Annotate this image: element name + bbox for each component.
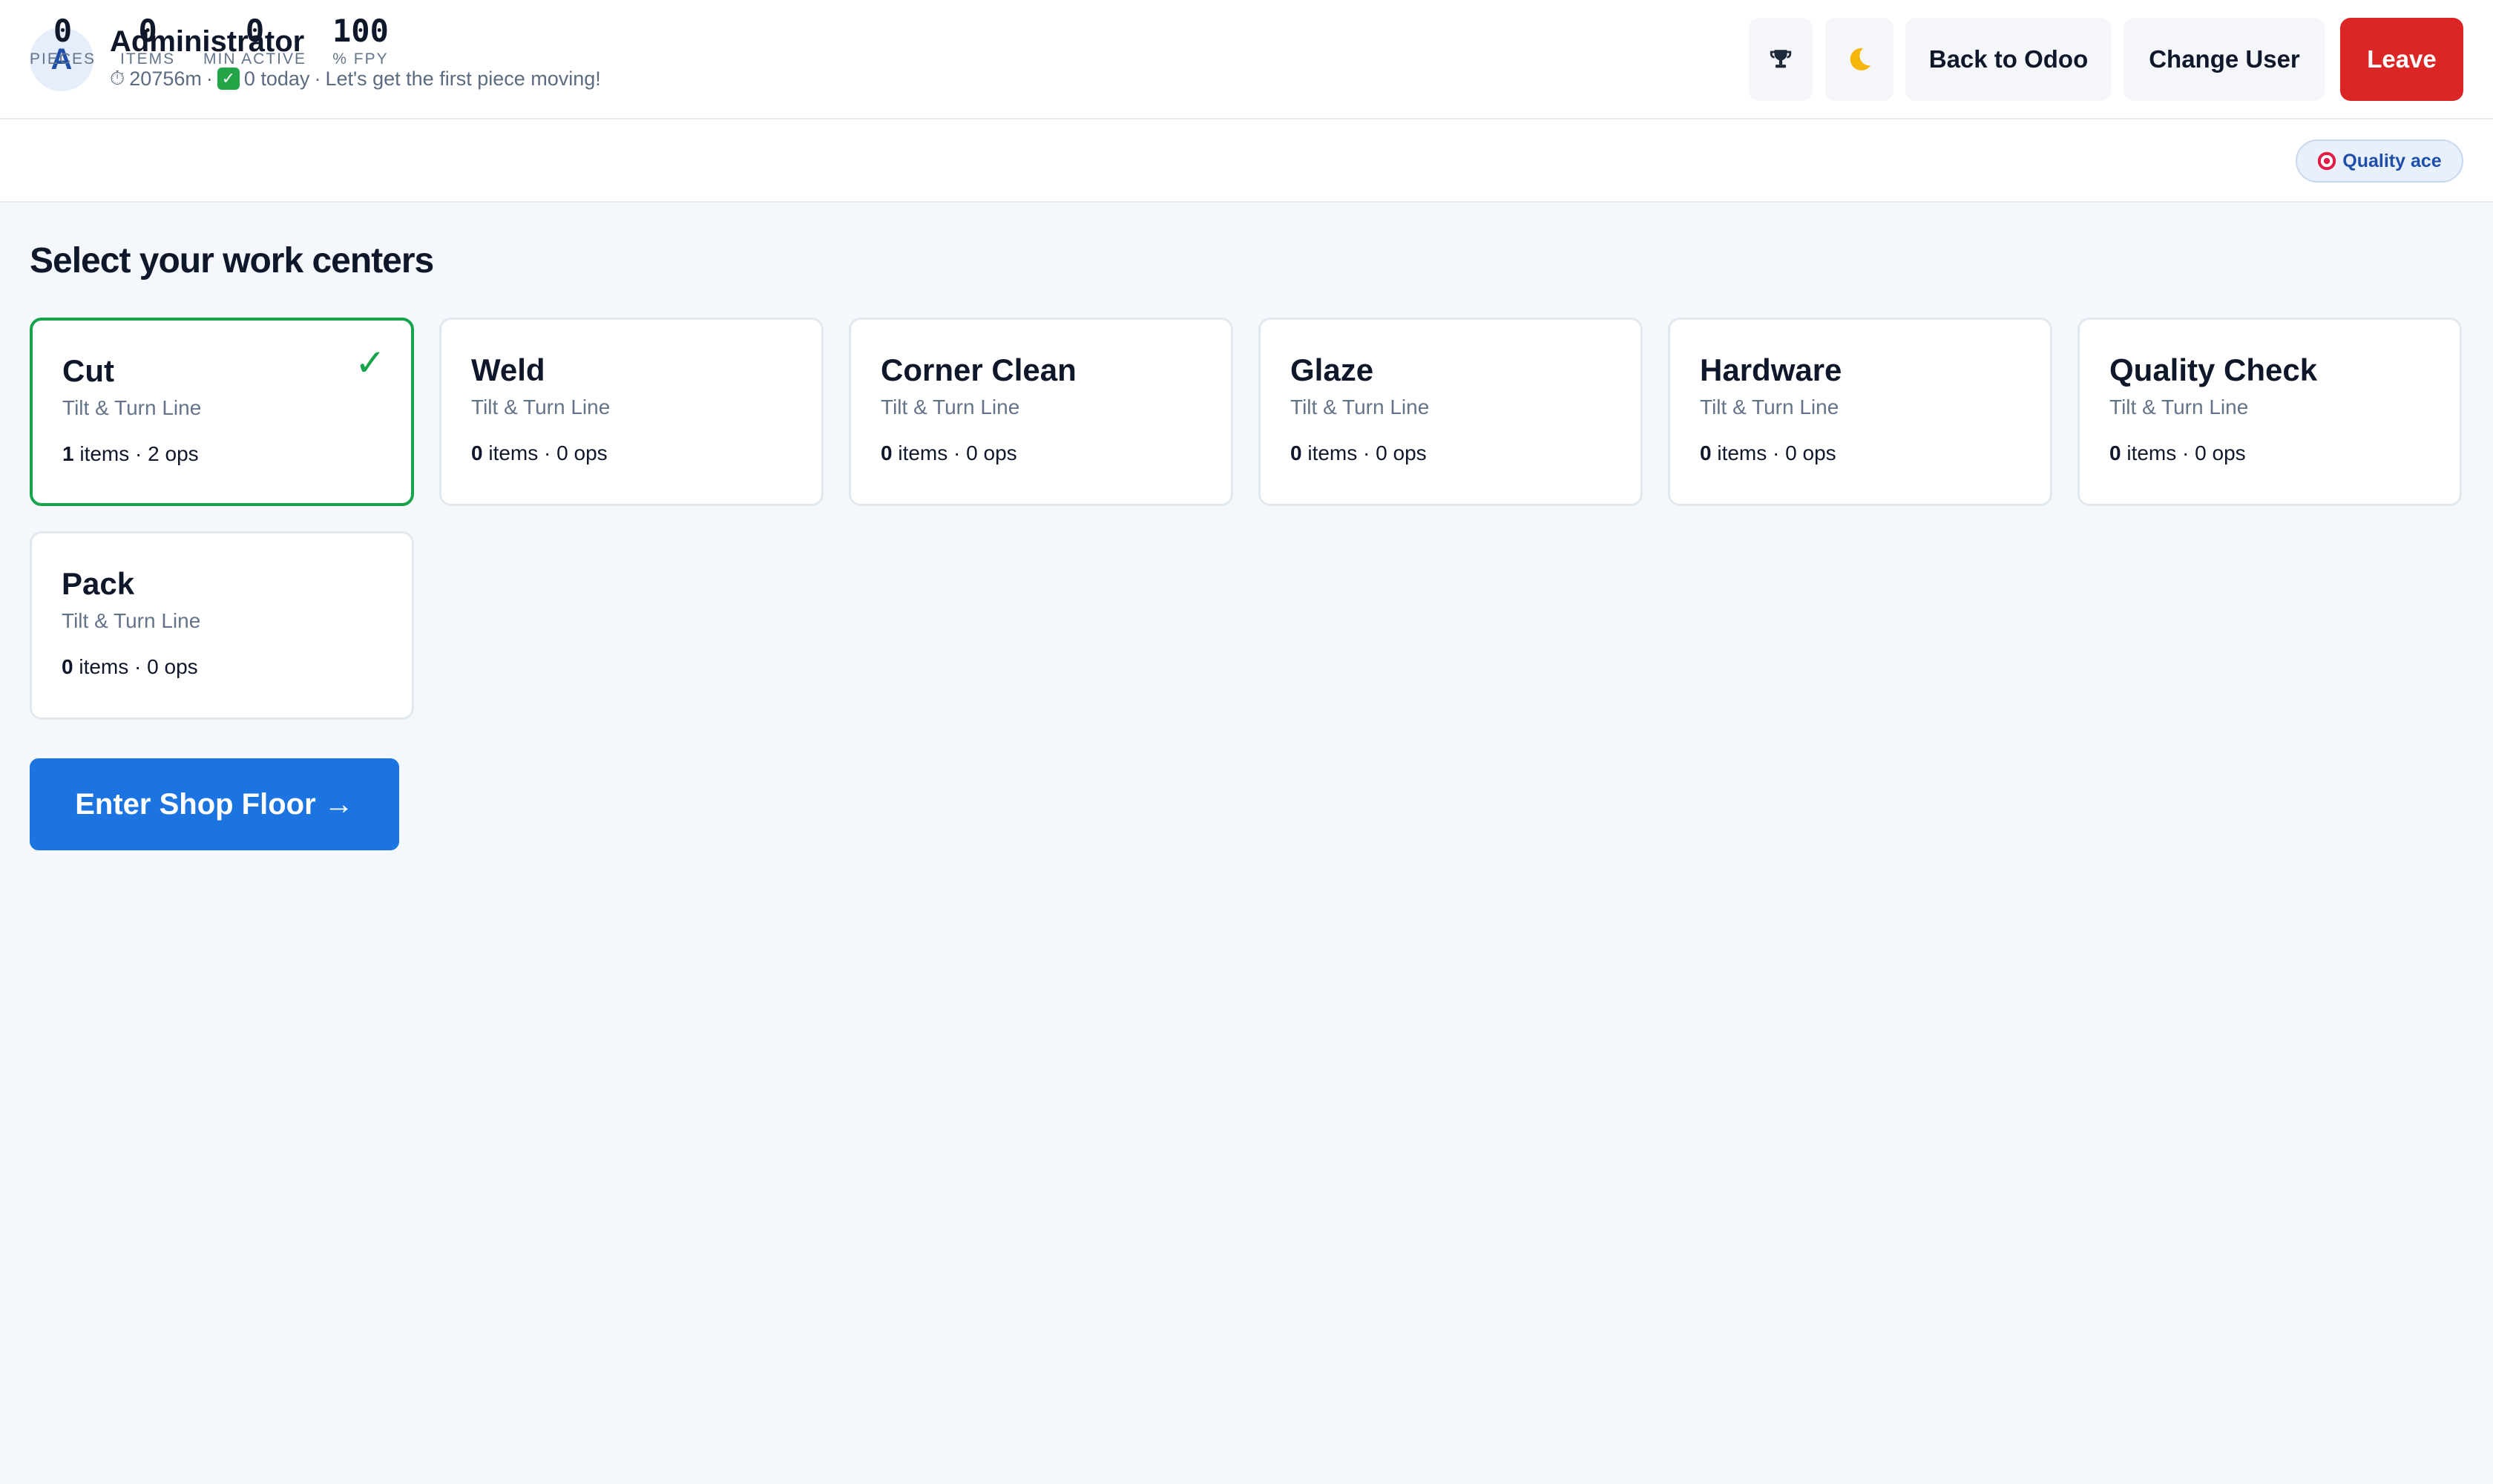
achievement-badge: Quality ace xyxy=(2296,139,2463,183)
item-count: 0 xyxy=(1290,441,1302,464)
work-center-name: Glaze xyxy=(1290,352,1374,387)
session-timer: 20756m xyxy=(129,67,202,90)
item-count: 0 xyxy=(2109,441,2121,464)
work-center-line: Tilt & Turn Line xyxy=(1700,395,1839,418)
ops-count: 0 ops xyxy=(556,441,608,464)
change-user-button[interactable]: Change User xyxy=(2124,18,2325,101)
work-center-line: Tilt & Turn Line xyxy=(1290,395,1430,418)
work-center-name: Quality Check xyxy=(2109,352,2318,387)
selected-check-icon: ✓ xyxy=(355,342,386,384)
work-center-line: Tilt & Turn Line xyxy=(2109,395,2249,418)
motivation-message: Let's get the first piece moving! xyxy=(325,67,601,90)
stat-value: 0 xyxy=(53,13,73,49)
work-center-name: Cut xyxy=(62,353,114,388)
separator: · xyxy=(135,442,142,465)
items-label: items xyxy=(488,441,539,464)
stat-label: MIN ACTIVE xyxy=(203,50,307,68)
item-count: 0 xyxy=(1700,441,1712,464)
leave-button[interactable]: Leave xyxy=(2340,18,2463,101)
stat-label: PIECES xyxy=(30,50,96,68)
theme-toggle-button[interactable] xyxy=(1825,18,1893,101)
check-box-icon: ✓ xyxy=(217,68,240,90)
items-label: items xyxy=(79,655,129,678)
stat-value: 100 xyxy=(332,13,389,49)
items-label: items xyxy=(1307,441,1358,464)
stat-pieces: 0 PIECES xyxy=(30,15,96,68)
stat-fpy: 100 % FPY xyxy=(332,15,389,68)
work-center-card-hardware[interactable]: Hardware Tilt & Turn Line 0 items · 0 op… xyxy=(1668,318,2052,506)
moon-icon xyxy=(1850,47,1870,70)
stats-bar xyxy=(0,119,2493,203)
ops-count: 0 ops xyxy=(2195,441,2246,464)
stat-value: 0 xyxy=(138,13,157,49)
stat-items: 0 ITEMS xyxy=(120,15,175,68)
item-count: 0 xyxy=(471,441,483,464)
leaderboard-button[interactable] xyxy=(1749,18,1813,101)
work-center-counts: 0 items · 0 ops xyxy=(881,441,1201,465)
work-center-name: Weld xyxy=(471,352,545,387)
work-center-card-pack[interactable]: Pack Tilt & Turn Line 0 items · 0 ops xyxy=(30,531,414,720)
items-label: items xyxy=(79,442,130,465)
work-center-card-glaze[interactable]: Glaze Tilt & Turn Line 0 items · 0 ops xyxy=(1258,318,1643,506)
ops-count: 0 ops xyxy=(1376,441,1427,464)
separator: · xyxy=(2182,441,2190,464)
separator: · xyxy=(544,441,551,464)
separator: · xyxy=(1363,441,1370,464)
items-label: items xyxy=(2126,441,2177,464)
work-center-counts: 0 items · 0 ops xyxy=(1290,441,1611,465)
work-center-counts: 0 items · 0 ops xyxy=(1700,441,2020,465)
stat-label: ITEMS xyxy=(120,50,176,68)
work-center-name: Corner Clean xyxy=(881,352,1077,387)
work-center-counts: 1 items · 2 ops xyxy=(62,442,381,466)
ops-count: 0 ops xyxy=(147,655,198,678)
enter-shop-floor-button[interactable]: Enter Shop Floor → xyxy=(30,758,399,850)
work-center-card-cut[interactable]: Cut Tilt & Turn Line 1 items · 2 ops ✓ xyxy=(30,318,414,506)
ops-count: 0 ops xyxy=(966,441,1017,464)
items-label: items xyxy=(1717,441,1767,464)
work-center-line: Tilt & Turn Line xyxy=(62,396,202,419)
work-center-counts: 0 items · 0 ops xyxy=(62,655,382,679)
work-center-name: Hardware xyxy=(1700,352,1842,387)
work-center-line: Tilt & Turn Line xyxy=(881,395,1020,418)
stat-value: 0 xyxy=(245,13,265,49)
work-center-line: Tilt & Turn Line xyxy=(471,395,611,418)
user-status-line: ⏱ 20756m · ✓ 0 today · Let's get the fir… xyxy=(110,67,601,91)
work-center-name: Pack xyxy=(62,566,135,601)
badge-label: Quality ace xyxy=(2342,150,2442,171)
stat-label: % FPY xyxy=(332,50,389,68)
work-center-card-corner-clean[interactable]: Corner Clean Tilt & Turn Line 0 items · … xyxy=(849,318,1233,506)
work-center-card-quality-check[interactable]: Quality Check Tilt & Turn Line 0 items ·… xyxy=(2078,318,2462,506)
target-icon xyxy=(2317,151,2337,171)
work-center-card-weld[interactable]: Weld Tilt & Turn Line 0 items · 0 ops xyxy=(439,318,824,506)
item-count: 1 xyxy=(62,442,74,465)
today-count: 0 today xyxy=(243,67,310,90)
work-center-counts: 0 items · 0 ops xyxy=(2109,441,2430,465)
ops-count: 2 ops xyxy=(148,442,199,465)
item-count: 0 xyxy=(62,655,73,678)
stat-min-active: 0 MIN ACTIVE xyxy=(203,15,306,68)
work-center-grid: Cut Tilt & Turn Line 1 items · 2 ops ✓ W… xyxy=(30,318,2463,720)
separator: · xyxy=(206,67,213,90)
work-center-line: Tilt & Turn Line xyxy=(62,609,201,632)
items-label: items xyxy=(898,441,948,464)
ops-count: 0 ops xyxy=(1785,441,1836,464)
work-center-counts: 0 items · 0 ops xyxy=(471,441,792,465)
stopwatch-icon: ⏱ xyxy=(110,67,125,89)
separator: · xyxy=(953,441,961,464)
separator: · xyxy=(1773,441,1780,464)
back-to-odoo-button[interactable]: Back to Odoo xyxy=(1905,18,2112,101)
separator: · xyxy=(134,655,142,678)
trophy-icon xyxy=(1770,50,1792,68)
page-title: Select your work centers xyxy=(30,241,434,280)
item-count: 0 xyxy=(881,441,893,464)
separator: · xyxy=(314,67,321,90)
